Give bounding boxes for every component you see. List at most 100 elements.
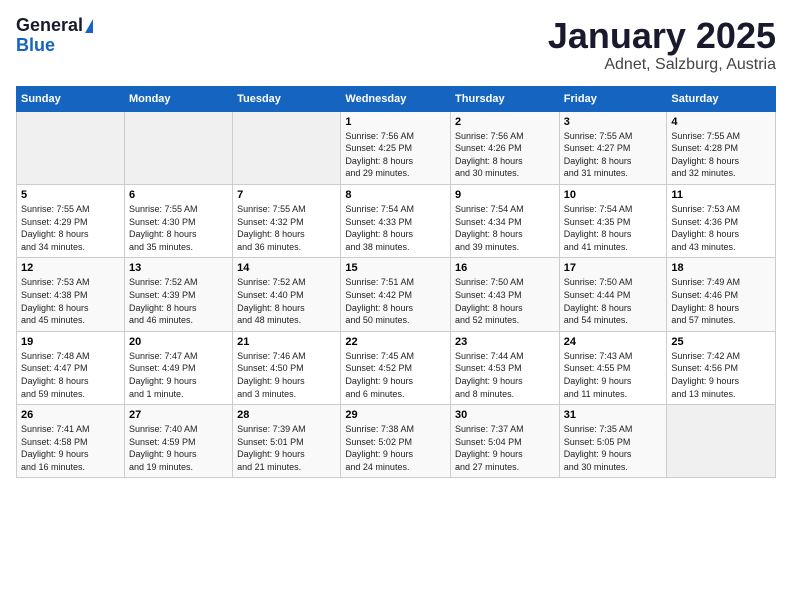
- calendar-subtitle: Adnet, Salzburg, Austria: [548, 56, 776, 74]
- calendar-cell: 21 Sunrise: 7:46 AM Sunset: 4:50 PM Dayli…: [233, 331, 341, 404]
- calendar-cell: 20 Sunrise: 7:47 AM Sunset: 4:49 PM Dayli…: [124, 331, 232, 404]
- day-info: Sunrise: 7:51 AM Sunset: 4:42 PM Dayligh…: [345, 276, 446, 326]
- day-number: 8: [345, 189, 446, 201]
- day-info: Sunrise: 7:50 AM Sunset: 4:44 PM Dayligh…: [564, 276, 663, 326]
- day-info: Sunrise: 7:43 AM Sunset: 4:55 PM Dayligh…: [564, 350, 663, 400]
- calendar-cell: 27 Sunrise: 7:40 AM Sunset: 4:59 PM Dayli…: [124, 405, 232, 478]
- day-info: Sunrise: 7:54 AM Sunset: 4:34 PM Dayligh…: [455, 203, 555, 253]
- day-info: Sunrise: 7:55 AM Sunset: 4:28 PM Dayligh…: [671, 130, 771, 180]
- calendar-cell: 23 Sunrise: 7:44 AM Sunset: 4:53 PM Dayli…: [451, 331, 560, 404]
- day-number: 15: [345, 262, 446, 274]
- day-info: Sunrise: 7:35 AM Sunset: 5:05 PM Dayligh…: [564, 423, 663, 473]
- day-info: Sunrise: 7:55 AM Sunset: 4:29 PM Dayligh…: [21, 203, 120, 253]
- calendar-cell: [233, 111, 341, 184]
- day-info: Sunrise: 7:54 AM Sunset: 4:35 PM Dayligh…: [564, 203, 663, 253]
- calendar-cell: 30 Sunrise: 7:37 AM Sunset: 5:04 PM Dayli…: [451, 405, 560, 478]
- calendar-title: January 2025: [548, 16, 776, 56]
- day-number: 19: [21, 336, 120, 348]
- logo: General Blue: [16, 16, 93, 56]
- day-header-tuesday: Tuesday: [233, 86, 341, 111]
- day-info: Sunrise: 7:40 AM Sunset: 4:59 PM Dayligh…: [129, 423, 228, 473]
- day-number: 16: [455, 262, 555, 274]
- calendar-cell: 12Sunrise: 7:53 AM Sunset: 4:38 PM Dayli…: [17, 258, 125, 331]
- day-header-wednesday: Wednesday: [341, 86, 451, 111]
- day-number: 29: [345, 409, 446, 421]
- calendar-cell: 18 Sunrise: 7:49 AM Sunset: 4:46 PM Dayli…: [667, 258, 776, 331]
- day-number: 23: [455, 336, 555, 348]
- calendar-cell: 19 Sunrise: 7:48 AM Sunset: 4:47 PM Dayli…: [17, 331, 125, 404]
- calendar-header: SundayMondayTuesdayWednesdayThursdayFrid…: [17, 86, 776, 111]
- calendar-cell: 24 Sunrise: 7:43 AM Sunset: 4:55 PM Dayli…: [559, 331, 667, 404]
- calendar-cell: 13Sunrise: 7:52 AM Sunset: 4:39 PM Dayli…: [124, 258, 232, 331]
- calendar-cell: 11Sunrise: 7:53 AM Sunset: 4:36 PM Dayli…: [667, 184, 776, 257]
- day-number: 25: [671, 336, 771, 348]
- calendar-cell: 2Sunrise: 7:56 AM Sunset: 4:26 PM Daylig…: [451, 111, 560, 184]
- day-number: 27: [129, 409, 228, 421]
- calendar-cell: 15 Sunrise: 7:51 AM Sunset: 4:42 PM Dayli…: [341, 258, 451, 331]
- day-number: 2: [455, 116, 555, 128]
- day-info: Sunrise: 7:53 AM Sunset: 4:36 PM Dayligh…: [671, 203, 771, 253]
- calendar-cell: [124, 111, 232, 184]
- day-info: Sunrise: 7:55 AM Sunset: 4:30 PM Dayligh…: [129, 203, 228, 253]
- day-info: Sunrise: 7:47 AM Sunset: 4:49 PM Dayligh…: [129, 350, 228, 400]
- calendar-cell: 4 Sunrise: 7:55 AM Sunset: 4:28 PM Daylig…: [667, 111, 776, 184]
- day-info: Sunrise: 7:52 AM Sunset: 4:40 PM Dayligh…: [237, 276, 336, 326]
- calendar-cell: 17Sunrise: 7:50 AM Sunset: 4:44 PM Dayli…: [559, 258, 667, 331]
- day-info: Sunrise: 7:53 AM Sunset: 4:38 PM Dayligh…: [21, 276, 120, 326]
- logo-text-blue: Blue: [16, 36, 55, 56]
- day-number: 1: [345, 116, 446, 128]
- calendar-cell: 16 Sunrise: 7:50 AM Sunset: 4:43 PM Dayli…: [451, 258, 560, 331]
- calendar-cell: 28 Sunrise: 7:39 AM Sunset: 5:01 PM Dayli…: [233, 405, 341, 478]
- day-number: 20: [129, 336, 228, 348]
- day-number: 18: [671, 262, 771, 274]
- calendar-cell: 5Sunrise: 7:55 AM Sunset: 4:29 PM Daylig…: [17, 184, 125, 257]
- calendar-cell: [17, 111, 125, 184]
- day-header-thursday: Thursday: [451, 86, 560, 111]
- day-number: 22: [345, 336, 446, 348]
- calendar-cell: 6 Sunrise: 7:55 AM Sunset: 4:30 PM Daylig…: [124, 184, 232, 257]
- calendar-cell: 1Sunrise: 7:56 AM Sunset: 4:25 PM Daylig…: [341, 111, 451, 184]
- title-block: January 2025 Adnet, Salzburg, Austria: [548, 16, 776, 74]
- day-number: 13: [129, 262, 228, 274]
- calendar-cell: [667, 405, 776, 478]
- day-header-saturday: Saturday: [667, 86, 776, 111]
- day-info: Sunrise: 7:49 AM Sunset: 4:46 PM Dayligh…: [671, 276, 771, 326]
- day-number: 9: [455, 189, 555, 201]
- calendar-cell: 29Sunrise: 7:38 AM Sunset: 5:02 PM Dayli…: [341, 405, 451, 478]
- day-info: Sunrise: 7:55 AM Sunset: 4:27 PM Dayligh…: [564, 130, 663, 180]
- day-number: 6: [129, 189, 228, 201]
- day-number: 21: [237, 336, 336, 348]
- calendar-cell: 3Sunrise: 7:55 AM Sunset: 4:27 PM Daylig…: [559, 111, 667, 184]
- day-header-friday: Friday: [559, 86, 667, 111]
- day-number: 26: [21, 409, 120, 421]
- day-info: Sunrise: 7:44 AM Sunset: 4:53 PM Dayligh…: [455, 350, 555, 400]
- day-info: Sunrise: 7:50 AM Sunset: 4:43 PM Dayligh…: [455, 276, 555, 326]
- page-header: General Blue January 2025 Adnet, Salzbur…: [16, 16, 776, 74]
- day-info: Sunrise: 7:37 AM Sunset: 5:04 PM Dayligh…: [455, 423, 555, 473]
- calendar-week-1: 1Sunrise: 7:56 AM Sunset: 4:25 PM Daylig…: [17, 111, 776, 184]
- day-header-monday: Monday: [124, 86, 232, 111]
- day-info: Sunrise: 7:48 AM Sunset: 4:47 PM Dayligh…: [21, 350, 120, 400]
- calendar-cell: 22 Sunrise: 7:45 AM Sunset: 4:52 PM Dayli…: [341, 331, 451, 404]
- day-number: 4: [671, 116, 771, 128]
- day-info: Sunrise: 7:42 AM Sunset: 4:56 PM Dayligh…: [671, 350, 771, 400]
- day-number: 28: [237, 409, 336, 421]
- calendar-cell: 31Sunrise: 7:35 AM Sunset: 5:05 PM Dayli…: [559, 405, 667, 478]
- day-info: Sunrise: 7:54 AM Sunset: 4:33 PM Dayligh…: [345, 203, 446, 253]
- logo-text-general: General: [16, 16, 83, 36]
- calendar-cell: 26 Sunrise: 7:41 AM Sunset: 4:58 PM Dayli…: [17, 405, 125, 478]
- calendar-cell: 14Sunrise: 7:52 AM Sunset: 4:40 PM Dayli…: [233, 258, 341, 331]
- day-info: Sunrise: 7:45 AM Sunset: 4:52 PM Dayligh…: [345, 350, 446, 400]
- day-info: Sunrise: 7:46 AM Sunset: 4:50 PM Dayligh…: [237, 350, 336, 400]
- day-info: Sunrise: 7:39 AM Sunset: 5:01 PM Dayligh…: [237, 423, 336, 473]
- day-info: Sunrise: 7:41 AM Sunset: 4:58 PM Dayligh…: [21, 423, 120, 473]
- calendar-cell: 9 Sunrise: 7:54 AM Sunset: 4:34 PM Daylig…: [451, 184, 560, 257]
- calendar-cell: 8 Sunrise: 7:54 AM Sunset: 4:33 PM Daylig…: [341, 184, 451, 257]
- calendar-cell: 7 Sunrise: 7:55 AM Sunset: 4:32 PM Daylig…: [233, 184, 341, 257]
- calendar-cell: 10Sunrise: 7:54 AM Sunset: 4:35 PM Dayli…: [559, 184, 667, 257]
- day-number: 7: [237, 189, 336, 201]
- day-number: 24: [564, 336, 663, 348]
- day-info: Sunrise: 7:55 AM Sunset: 4:32 PM Dayligh…: [237, 203, 336, 253]
- calendar-week-4: 19 Sunrise: 7:48 AM Sunset: 4:47 PM Dayli…: [17, 331, 776, 404]
- day-number: 30: [455, 409, 555, 421]
